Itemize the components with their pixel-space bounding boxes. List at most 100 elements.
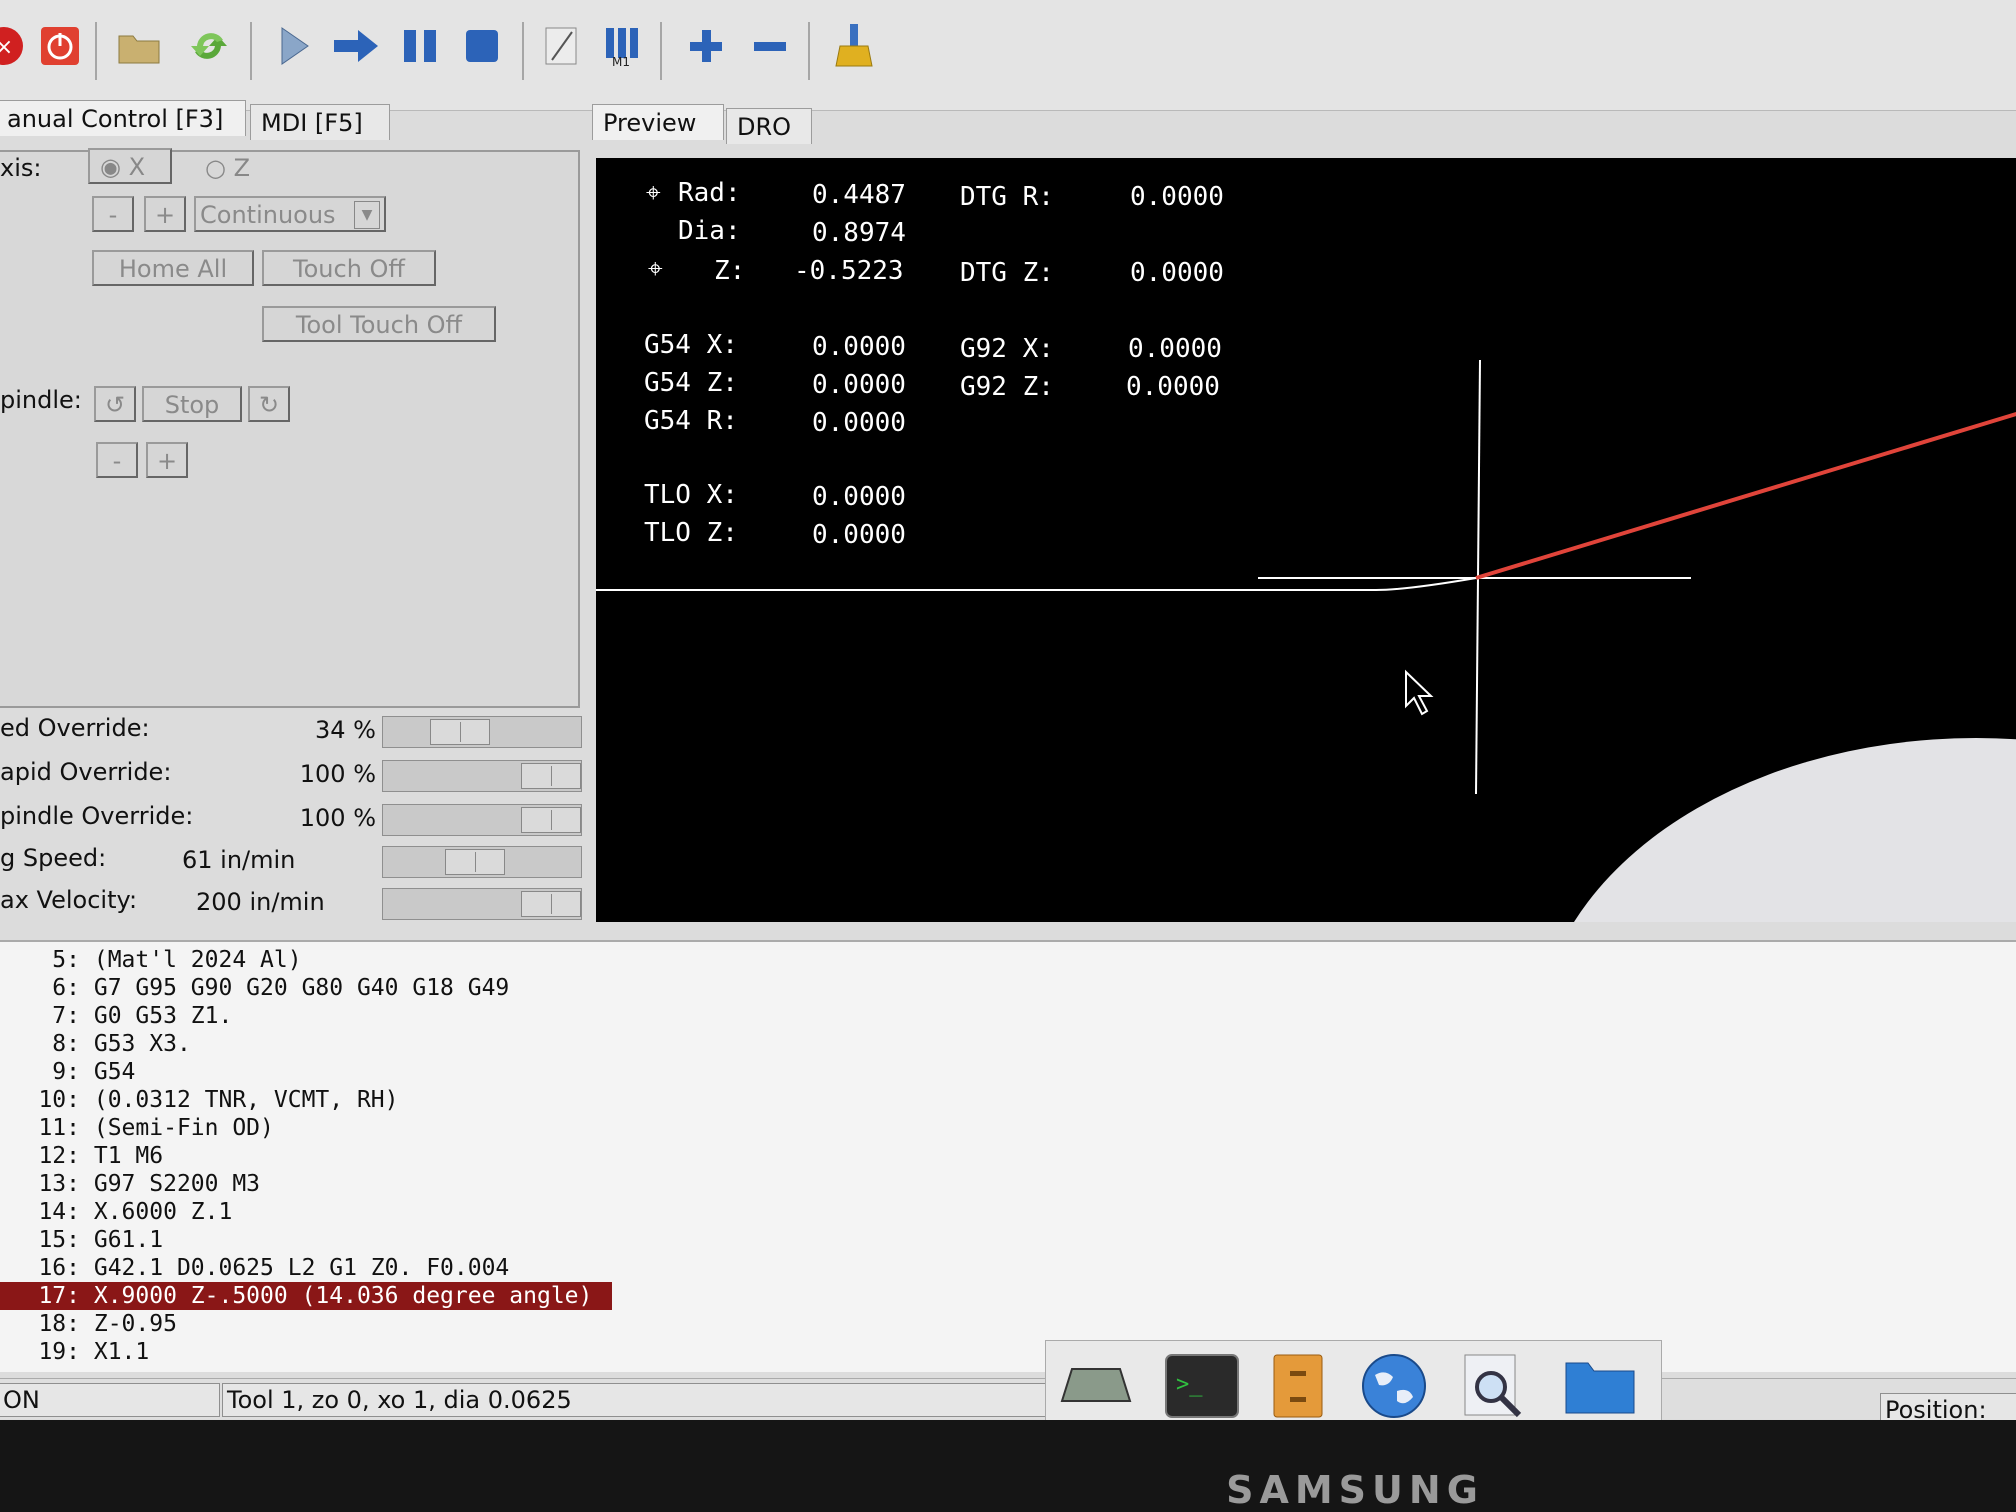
spindle-override-slider[interactable]: [382, 804, 582, 836]
clear-plot-button[interactable]: [830, 22, 878, 70]
gcode-line[interactable]: 9: G54: [0, 1058, 135, 1086]
dro-g54z-label: G54 Z:: [644, 368, 738, 398]
dro-z-label: Z:: [714, 256, 746, 286]
tab-dro[interactable]: DRO: [726, 108, 812, 144]
homed-icon: ⌖: [646, 178, 661, 208]
slider-handle[interactable]: [521, 763, 581, 789]
dro-g54r-value: 0.0000: [812, 408, 906, 438]
block-delete-button[interactable]: [538, 22, 586, 70]
toolpath-line: [1475, 411, 2016, 580]
max-velocity-slider[interactable]: [382, 888, 582, 920]
file-cabinet-dock-item[interactable]: [1260, 1349, 1336, 1420]
tool-touch-off-button[interactable]: Tool Touch Off: [262, 306, 496, 342]
globe-icon: [1362, 1354, 1426, 1418]
spindle-stop-button[interactable]: Stop: [142, 386, 242, 422]
gcode-line[interactable]: 14: X.6000 Z.1: [0, 1198, 232, 1226]
gcode-line[interactable]: 12: T1 M6: [0, 1142, 163, 1170]
gcode-line-current[interactable]: 17: X.9000 Z-.5000 (14.036 degree angle): [0, 1282, 612, 1310]
desktop-dock-item[interactable]: [1058, 1349, 1134, 1420]
jog-minus-button[interactable]: -: [92, 196, 134, 232]
feed-override-slider[interactable]: [382, 716, 582, 748]
feed-override-value: 34 %: [315, 716, 376, 744]
gcode-line[interactable]: 19: X1.1: [0, 1338, 149, 1366]
jog-plus-button[interactable]: +: [144, 196, 186, 232]
gcode-line[interactable]: 18: Z-0.95: [0, 1310, 177, 1338]
power-button[interactable]: [36, 22, 84, 70]
terminal-dock-item[interactable]: >_: [1164, 1349, 1240, 1420]
touch-off-button[interactable]: Touch Off: [262, 250, 436, 286]
dock: >_: [1045, 1340, 1662, 1420]
monitor-brand-logo: SAMSUNG: [1226, 1468, 1484, 1512]
zoom-out-button[interactable]: [746, 22, 794, 70]
dro-g54x-value: 0.0000: [812, 332, 906, 362]
pause-icon: [404, 30, 436, 62]
spindle-minus-button[interactable]: -: [96, 442, 138, 478]
svg-text:M1: M1: [612, 55, 630, 68]
estop-button[interactable]: ×: [0, 22, 28, 70]
gcode-line[interactable]: 13: G97 S2200 M3: [0, 1170, 260, 1198]
reload-button[interactable]: [185, 22, 233, 70]
gcode-line[interactable]: 5: (Mat'l 2024 Al): [0, 946, 301, 974]
spindle-plus-button[interactable]: +: [146, 442, 188, 478]
optional-stop-button[interactable]: M1: [600, 22, 648, 70]
power-icon: [41, 27, 79, 65]
gcode-line[interactable]: 11: (Semi-Fin OD): [0, 1114, 273, 1142]
tab-manual-control[interactable]: anual Control [F3]: [0, 100, 246, 136]
spindle-forward-button[interactable]: ↻: [248, 386, 290, 422]
gcode-line[interactable]: 7: G0 G53 Z1.: [0, 1002, 232, 1030]
spindle-override-value: 100 %: [299, 804, 376, 832]
dro-g54x-label: G54 X:: [644, 330, 738, 360]
home-all-button[interactable]: Home All: [92, 250, 254, 286]
dro-rad-value: 0.4487: [812, 180, 906, 210]
open-file-button[interactable]: [115, 22, 163, 70]
screen: × M1 anual Control [F3] MDI [F5] xis: ◉ …: [0, 0, 2016, 1420]
axis-z-radio[interactable]: ○ Z: [205, 154, 250, 182]
slider-handle[interactable]: [445, 849, 505, 875]
browser-dock-item[interactable]: [1356, 1349, 1432, 1420]
slider-handle[interactable]: [430, 719, 490, 745]
axis-x-radio[interactable]: ◉ X: [88, 148, 172, 184]
step-arrow-icon: [334, 30, 378, 62]
run-button[interactable]: [270, 22, 318, 70]
folder-icon: [1565, 1362, 1635, 1414]
spindle-reverse-button[interactable]: ↺: [94, 386, 136, 422]
preview-canvas[interactable]: ⌖ Rad: 0.4487 DTG R: 0.0000 Dia: 0.8974 …: [596, 158, 2016, 922]
gcode-line[interactable]: 10: (0.0312 TNR, VCMT, RH): [0, 1086, 398, 1114]
rapid-override-slider[interactable]: [382, 760, 582, 792]
dro-dia-value: 0.8974: [812, 218, 906, 248]
pause-button[interactable]: [396, 22, 444, 70]
gcode-line[interactable]: 15: G61.1: [0, 1226, 163, 1254]
slider-handle[interactable]: [521, 807, 581, 833]
search-dock-item[interactable]: [1456, 1349, 1532, 1420]
gcode-line[interactable]: 16: G42.1 D0.0625 L2 G1 Z0. F0.004: [0, 1254, 509, 1282]
jog-speed-slider[interactable]: [382, 846, 582, 878]
spindle-ccw-icon: ↺: [104, 391, 126, 419]
spindle-chuck-shape: [1573, 738, 2016, 922]
step-button[interactable]: [332, 22, 380, 70]
rapid-override-label: apid Override:: [0, 758, 172, 786]
tab-preview[interactable]: Preview: [592, 104, 724, 140]
max-velocity-value: 200 in/min: [196, 888, 325, 916]
play-icon: [281, 27, 309, 65]
jog-increment-select[interactable]: Continuous ▼: [194, 196, 386, 232]
gcode-line[interactable]: 8: G53 X3.: [0, 1030, 191, 1058]
minus-icon: [754, 42, 786, 51]
dro-g92x-label: G92 X:: [960, 334, 1054, 364]
dro-dia-label: Dia:: [678, 216, 741, 246]
gcode-line[interactable]: 6: G7 G95 G90 G20 G80 G40 G18 G49: [0, 974, 509, 1002]
rapid-override-value: 100 %: [299, 760, 376, 788]
manual-control-panel: xis: ◉ X ○ Z - + Continuous ▼ Home All T…: [0, 148, 580, 708]
stop-button[interactable]: [458, 22, 506, 70]
tool-info-field: Tool 1, zo 0, xo 1, dia 0.0625: [222, 1383, 1052, 1417]
estop-icon: ×: [0, 27, 23, 65]
broom-icon: [835, 24, 873, 67]
files-dock-item[interactable]: [1562, 1349, 1638, 1420]
dro-dtg-z-value: 0.0000: [1130, 258, 1224, 288]
tab-mdi[interactable]: MDI [F5]: [250, 104, 390, 140]
slider-handle[interactable]: [521, 891, 581, 917]
zoom-in-button[interactable]: [682, 22, 730, 70]
gcode-listing[interactable]: 5: (Mat'l 2024 Al) 6: G7 G95 G90 G20 G80…: [0, 940, 2016, 1372]
monitor-bezel: [0, 1420, 2016, 1512]
dro-dtg-r-label: DTG R:: [960, 182, 1054, 212]
dro-tloz-value: 0.0000: [812, 520, 906, 550]
